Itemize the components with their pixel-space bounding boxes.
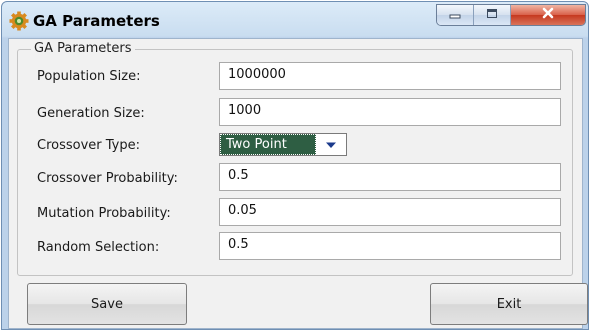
window-title: GA Parameters: [33, 12, 160, 30]
window-controls: [436, 4, 586, 26]
maximize-button[interactable]: [474, 5, 511, 25]
minimize-button[interactable]: [437, 5, 474, 25]
dialog-body: GA Parameters Population Size: 1000000 G…: [8, 38, 588, 329]
population-size-input[interactable]: 1000000: [219, 62, 561, 90]
mutation-probability-input[interactable]: 0.05: [219, 198, 561, 226]
ga-parameters-window: GA Parameters GA Parameters Population S…: [1, 1, 589, 330]
population-size-label: Population Size:: [37, 69, 141, 84]
crossover-type-selected: Two Point: [220, 134, 316, 155]
title-bar[interactable]: GA Parameters: [2, 2, 588, 38]
exit-button[interactable]: Exit: [430, 283, 588, 325]
minimize-icon: [449, 8, 461, 23]
mutation-probability-label: Mutation Probability:: [37, 206, 171, 221]
generation-size-input[interactable]: 1000: [219, 98, 561, 126]
maximize-icon: [486, 8, 498, 23]
crossover-type-label: Crossover Type:: [37, 138, 140, 153]
close-icon: [541, 7, 555, 23]
random-selection-input[interactable]: 0.5: [219, 232, 561, 260]
crossover-type-dropdown[interactable]: Two Point: [219, 133, 347, 156]
crossover-probability-label: Crossover Probability:: [37, 171, 178, 186]
random-selection-label: Random Selection:: [37, 240, 160, 255]
gear-icon: [9, 11, 29, 31]
crossover-probability-input[interactable]: 0.5: [219, 163, 561, 191]
group-title: GA Parameters: [31, 41, 135, 56]
chevron-down-icon: [316, 134, 346, 155]
generation-size-label: Generation Size:: [37, 106, 145, 121]
close-button[interactable]: [511, 5, 585, 25]
save-button[interactable]: Save: [27, 283, 187, 325]
